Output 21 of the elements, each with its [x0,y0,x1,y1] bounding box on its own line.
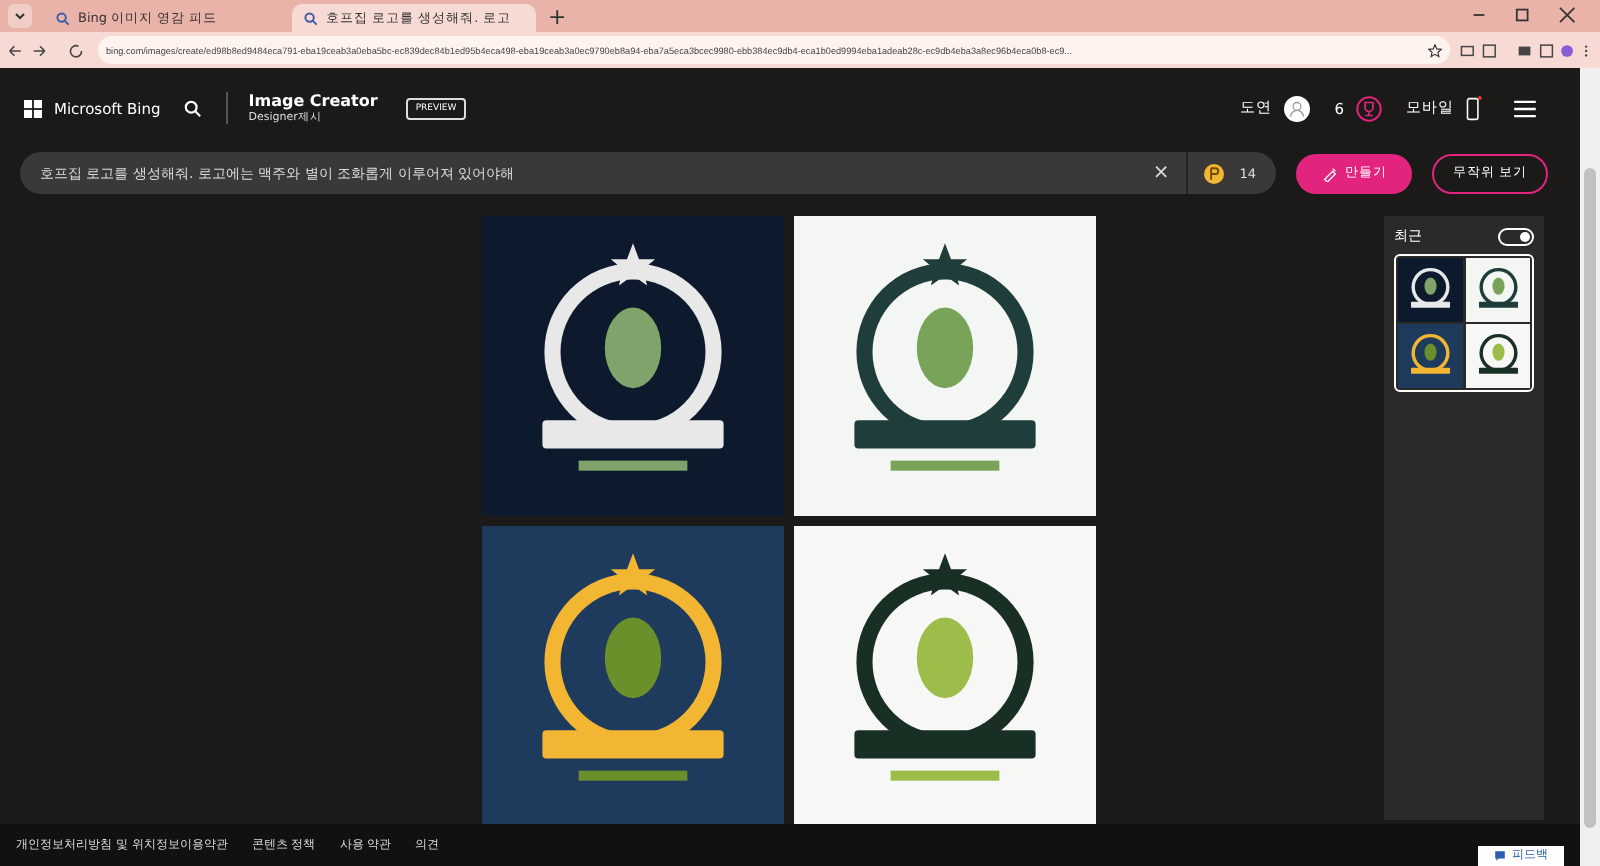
tab-list-icon[interactable] [8,4,32,28]
search-icon [304,11,318,25]
clear-button[interactable]: × [1152,162,1170,184]
scrollbar[interactable] [1580,68,1600,866]
navigation-icon[interactable] [8,41,88,59]
toggle-switch[interactable] [1498,227,1534,245]
product-title: Image Creator [248,92,378,110]
new-tab-button[interactable]: + [548,4,567,32]
search-icon[interactable] [184,99,203,117]
trophy-icon[interactable] [1356,95,1382,121]
phone-icon[interactable] [1466,95,1482,121]
star-icon[interactable] [1428,43,1442,57]
menu-icon[interactable] [1514,99,1536,117]
coin-icon [1203,163,1224,183]
windows-logo-icon [24,99,42,117]
avatar-icon[interactable] [1284,95,1311,121]
search-icon [56,11,70,25]
extensions-icon[interactable] [1460,41,1592,59]
brush-icon [1321,165,1337,181]
recent-thumbnail[interactable] [1394,254,1534,392]
chat-icon [1494,849,1506,861]
